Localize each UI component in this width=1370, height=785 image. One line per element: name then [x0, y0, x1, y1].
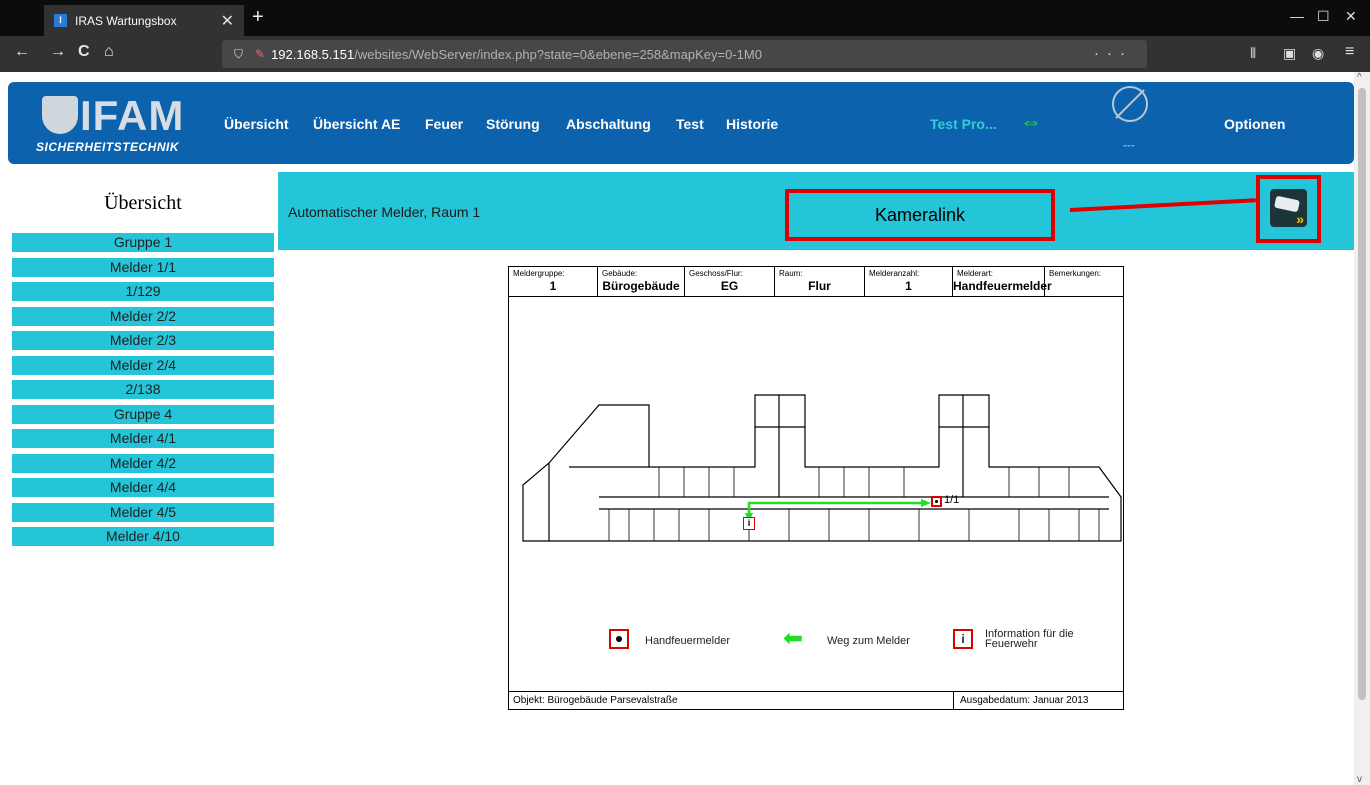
scroll-down-icon[interactable]: v — [1357, 774, 1362, 785]
nav-abschaltung[interactable]: Abschaltung — [566, 116, 651, 132]
plan-footer-date: Ausgabedatum: Januar 2013 — [953, 692, 1088, 710]
sidebar-item-gruppe-4[interactable]: Gruppe 4 — [12, 404, 274, 424]
ifam-logo[interactable]: IFAM SICHERHEITSTECHNIK — [36, 92, 204, 156]
kameralink-callout: Kameralink — [785, 189, 1055, 241]
menu-icon[interactable]: ≡ — [1345, 43, 1354, 61]
legend-handfeuermelder: Handfeuermelder — [645, 635, 730, 647]
detector-marker-label: 1/1 — [944, 494, 960, 506]
info-legend-icon: i — [953, 629, 973, 649]
sidebar-item-melder-4-10[interactable]: Melder 4/10 — [12, 527, 274, 546]
tab-close-icon[interactable]: ✕ — [221, 11, 234, 31]
logo-shield-icon — [42, 96, 78, 134]
url-host: 192.168.5.151 — [271, 46, 355, 62]
disabled-status-icon[interactable] — [1112, 86, 1148, 122]
tab-title: IRAS Wartungsbox — [75, 13, 177, 28]
maximize-button[interactable]: ☐ — [1317, 8, 1330, 25]
sidebar-icon[interactable]: ▣ — [1283, 45, 1296, 62]
legend-info: Information für die Feuerwehr — [985, 628, 1074, 650]
app-header: IFAM SICHERHEITSTECHNIK Übersicht Übersi… — [8, 82, 1354, 164]
plan-header-gebaeude: Gebäude: Bürogebäude — [598, 267, 685, 297]
info-marker-icon[interactable]: i — [743, 517, 755, 530]
insecure-lock-icon[interactable]: ✎ — [255, 47, 265, 61]
sidebar-item-gruppe-1[interactable]: Gruppe 1 — [12, 233, 274, 252]
arrow-left-icon: ⬅ — [783, 625, 804, 652]
legend-weg: Weg zum Melder — [827, 635, 910, 647]
page-actions-icon[interactable]: ··· — [1094, 45, 1133, 62]
floor-plan: Meldergruppe: 1 Gebäude: Bürogebäude Gesch… — [508, 266, 1124, 710]
minimize-button[interactable]: — — [1290, 8, 1304, 24]
camera-link-highlight — [1256, 175, 1321, 243]
handfeuermelder-legend-icon — [609, 629, 629, 649]
sidebar-item-melder-4-1[interactable]: Melder 4/1 — [12, 429, 274, 448]
shield-icon[interactable]: ⛉ — [234, 47, 243, 62]
sidebar-item-1-129[interactable]: 1/129 — [12, 282, 274, 301]
callout-line — [1069, 198, 1256, 212]
status-dashes: --- — [1123, 138, 1135, 152]
forward-button[interactable]: → — [50, 43, 66, 61]
sidebar-title: Übersicht — [104, 192, 182, 214]
plan-header-bemerkungen: Bemerkungen: — [1049, 269, 1102, 278]
nav-stoerung[interactable]: Störung — [486, 116, 540, 132]
scroll-thumb[interactable] — [1358, 88, 1366, 700]
kameralink-text: Kameralink — [874, 204, 966, 225]
plan-header-melderanzahl: Melderanzahl: 1 — [865, 267, 953, 297]
detector-label: Automatischer Melder, Raum 1 — [288, 204, 481, 220]
close-window-button[interactable]: ✕ — [1345, 8, 1357, 25]
sidebar-item-2-138[interactable]: 2/138 — [12, 380, 274, 399]
nav-test[interactable]: Test — [676, 116, 704, 132]
library-icon[interactable]: ⦀ — [1250, 45, 1256, 62]
plan-header: Meldergruppe: 1 Gebäude: Bürogebäude Gesch… — [509, 267, 1123, 297]
sidebar-item-melder-1-1[interactable]: Melder 1/1 — [12, 257, 274, 277]
camera-icon[interactable] — [1270, 189, 1307, 227]
browser-tabbar: I IRAS Wartungsbox ✕ + — ☐ ✕ — [0, 0, 1370, 36]
browser-navbar: ← → C ⌂ ⛉ ✎ 192.168.5.151 /websites/WebS… — [0, 36, 1370, 72]
url-bar[interactable]: ⛉ ✎ 192.168.5.151 /websites/WebServer/in… — [222, 40, 1147, 68]
plan-legend: Handfeuermelder ⬅ Weg zum Melder i Infor… — [509, 627, 1123, 657]
page-scrollbar[interactable]: ^ v — [1354, 72, 1370, 785]
sidebar-item-melder-4-2[interactable]: Melder 4/2 — [12, 453, 274, 473]
logo-text: IFAM — [80, 92, 185, 139]
test-status[interactable]: Test Pro... — [930, 116, 997, 132]
nav-optionen[interactable]: Optionen — [1224, 116, 1285, 132]
sidebar-item-melder-4-4[interactable]: Melder 4/4 — [12, 478, 274, 497]
plan-header-meldergruppe: Meldergruppe: 1 — [509, 267, 598, 297]
sidebar-item-melder-2-2[interactable]: Melder 2/2 — [12, 306, 274, 326]
back-button[interactable]: ← — [14, 43, 30, 61]
url-path: /websites/WebServer/index.php?state=0&eb… — [354, 46, 762, 62]
floor-drawing — [522, 394, 1122, 542]
home-button[interactable]: ⌂ — [104, 43, 114, 61]
account-icon[interactable]: ◉ — [1312, 45, 1324, 62]
detector-marker-icon[interactable] — [931, 496, 942, 507]
sidebar-item-melder-2-4[interactable]: Melder 2/4 — [12, 355, 274, 375]
sidebar-item-melder-2-3[interactable]: Melder 2/3 — [12, 331, 274, 350]
favicon-icon: I — [54, 14, 67, 27]
plan-header-raum: Raum: Flur — [775, 267, 865, 297]
new-tab-button[interactable]: + — [252, 6, 264, 29]
nav-feuer[interactable]: Feuer — [425, 116, 463, 132]
plan-header-melderart: Melderart: Handfeuermelder — [953, 267, 1052, 297]
plan-footer-object: Objekt: Bürogebäude Parsevalstraße — [513, 695, 678, 706]
sidebar-list: Gruppe 1 Melder 1/1 1/129 Melder 2/2 Mel… — [12, 233, 274, 552]
logo-subtitle: SICHERHEITSTECHNIK — [36, 140, 180, 154]
nav-historie[interactable]: Historie — [726, 116, 778, 132]
plan-footer: Objekt: Bürogebäude Parsevalstraße Ausga… — [509, 691, 1123, 710]
scroll-up-icon[interactable]: ^ — [1357, 72, 1362, 83]
browser-tab[interactable]: I IRAS Wartungsbox ✕ — [44, 5, 244, 36]
nav-uebersicht[interactable]: Übersicht — [224, 116, 289, 132]
detector-banner: Automatischer Melder, Raum 1 Kameralink — [278, 172, 1354, 250]
plan-header-geschoss: Geschoss/Flur: EG — [685, 267, 775, 297]
nav-uebersicht-ae[interactable]: Übersicht AE — [313, 116, 400, 132]
reload-button[interactable]: C — [78, 43, 90, 61]
usb-icon: ⇔ — [1020, 109, 1042, 134]
sidebar-item-melder-4-5[interactable]: Melder 4/5 — [12, 502, 274, 522]
